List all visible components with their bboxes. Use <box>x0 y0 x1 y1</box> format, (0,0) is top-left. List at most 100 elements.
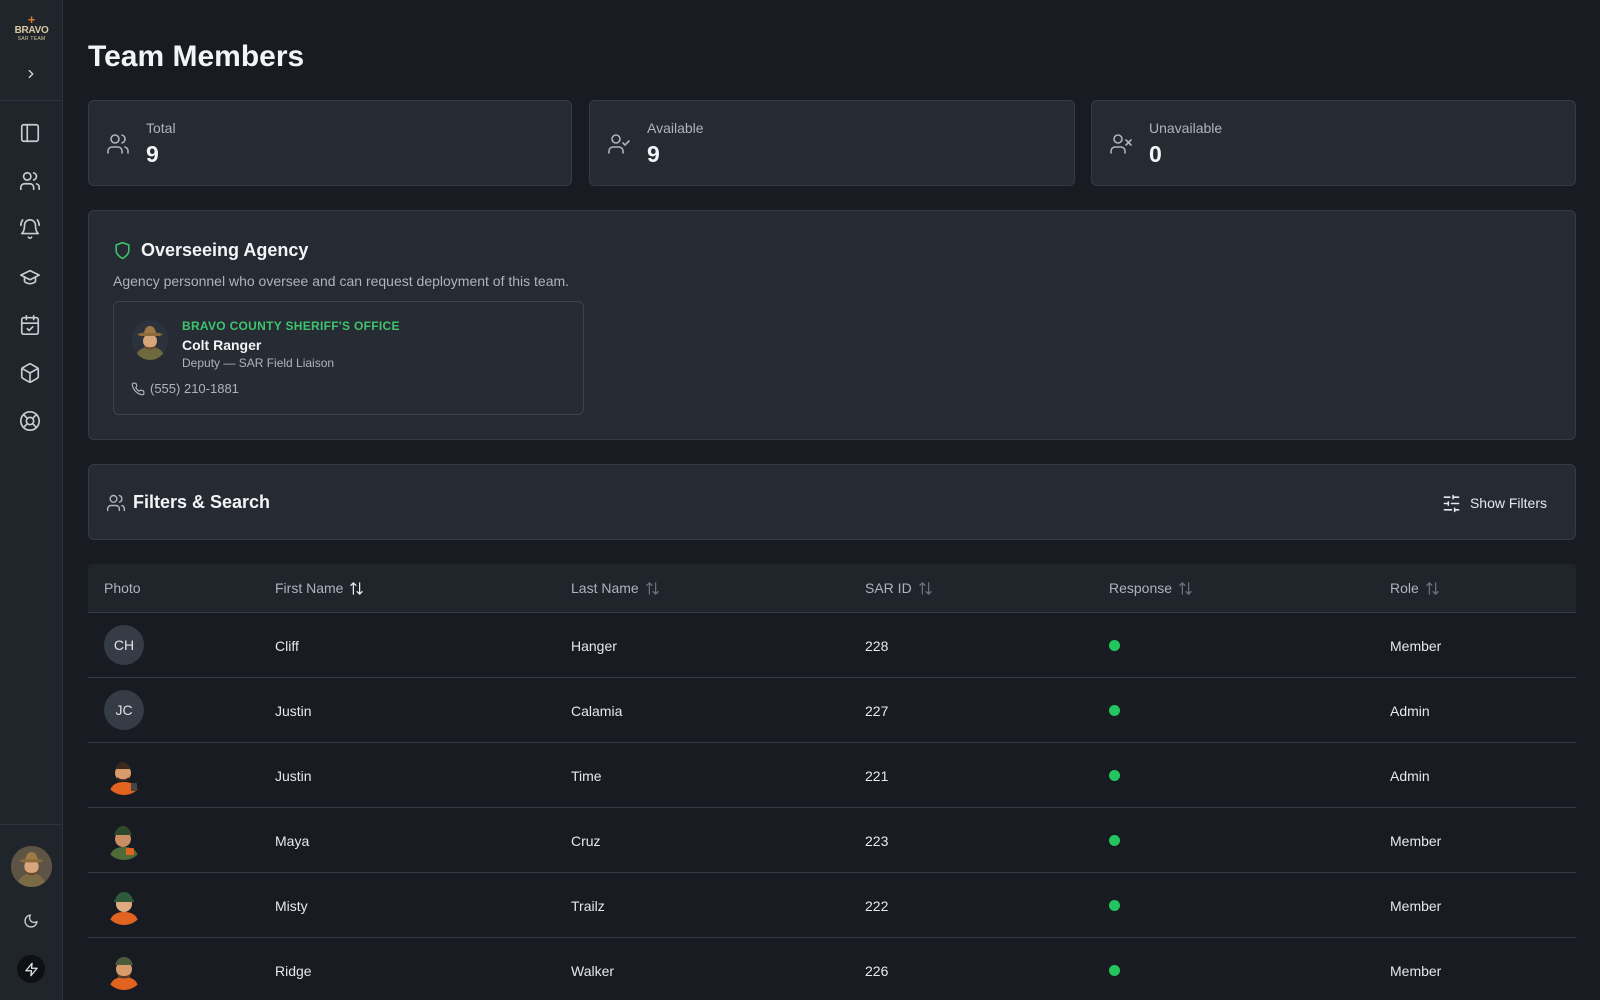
member-photo <box>104 950 144 990</box>
sort-icon <box>918 581 932 595</box>
filters-panel: Filters & Search Show Filters <box>88 464 1576 540</box>
users-icon <box>20 171 40 191</box>
page-title: Team Members <box>88 40 305 73</box>
table-row[interactable]: JC Justin Calamia 227 Admin <box>88 678 1576 743</box>
sidebar: + BRAVO SAR TEAM <box>0 0 63 1000</box>
filters-title: Filters & Search <box>133 492 271 512</box>
user-check-icon <box>608 134 630 154</box>
cell-role: Member <box>1390 638 1442 654</box>
sidebar-item-alerts[interactable] <box>16 215 44 243</box>
stat-card-total: Total 9 <box>88 100 572 186</box>
sort-icon <box>350 581 364 595</box>
cell-sar-id: 227 <box>865 703 889 719</box>
response-status-dot <box>1109 770 1120 781</box>
cell-sar-id: 226 <box>865 963 889 979</box>
sidebar-divider <box>0 100 63 101</box>
member-avatar-illustration <box>104 820 144 860</box>
logo-sub: SAR TEAM <box>17 36 46 42</box>
expand-sidebar-button[interactable] <box>21 64 41 84</box>
cell-first-name: Justin <box>275 768 312 784</box>
sidebar-item-dashboard[interactable] <box>16 119 44 147</box>
table-row[interactable]: Maya Cruz 223 Member <box>88 808 1576 873</box>
sort-icon <box>1426 581 1439 595</box>
column-header-sar-id[interactable]: SAR ID <box>865 580 933 596</box>
sidebar-item-training[interactable] <box>16 263 44 291</box>
logo-brand: BRAVO <box>14 25 49 36</box>
member-photo <box>104 820 144 860</box>
column-header-label: Response <box>1109 580 1173 596</box>
stat-label: Total <box>146 120 176 136</box>
cell-last-name: Trailz <box>571 898 605 914</box>
contact-photo <box>132 320 168 360</box>
stat-label: Unavailable <box>1149 120 1223 136</box>
table-row[interactable]: Justin Time 221 Admin <box>88 743 1576 808</box>
cell-sar-id: 222 <box>865 898 889 914</box>
sidebar-item-calendar[interactable] <box>16 311 44 339</box>
column-header-first-name[interactable]: First Name <box>275 580 364 596</box>
stat-value: 0 <box>1149 141 1162 167</box>
user-x-icon <box>1110 134 1132 154</box>
sidebar-item-support[interactable] <box>16 407 44 435</box>
response-status-dot <box>1109 900 1120 911</box>
column-header-label: SAR ID <box>865 580 912 596</box>
cell-first-name: Ridge <box>275 963 312 979</box>
column-header-response[interactable]: Response <box>1109 580 1193 596</box>
agency-contact-card[interactable]: BRAVO COUNTY SHERIFF'S OFFICE Colt Range… <box>113 301 584 415</box>
column-header-label: Role <box>1390 580 1419 596</box>
table-header: Photo First Name Last Name SAR ID Respon… <box>88 564 1576 613</box>
column-header-label: Photo <box>104 580 141 596</box>
cell-last-name: Hanger <box>571 638 617 654</box>
sliders-icon <box>1443 494 1460 512</box>
phone-icon <box>131 382 145 396</box>
cell-last-name: Time <box>571 768 602 784</box>
package-icon <box>20 363 40 383</box>
table-row[interactable]: CH Cliff Hanger 228 Member <box>88 613 1576 678</box>
cell-first-name: Maya <box>275 833 310 849</box>
sort-icon <box>1179 581 1192 595</box>
member-initials-avatar: JC <box>104 690 144 730</box>
bell-ring-icon <box>20 219 40 239</box>
member-avatar-illustration <box>104 950 144 990</box>
graduation-cap-icon <box>20 269 40 285</box>
users-icon <box>107 134 129 154</box>
moon-icon <box>24 914 38 928</box>
life-buoy-icon <box>20 411 40 431</box>
cell-last-name: Cruz <box>571 833 601 849</box>
contact-name: Colt Ranger <box>182 337 262 353</box>
cell-role: Member <box>1390 963 1442 979</box>
theme-toggle-button[interactable] <box>20 910 42 932</box>
column-header-label: Last Name <box>571 580 639 596</box>
stat-label: Available <box>647 120 704 136</box>
column-header-photo: Photo <box>104 580 141 596</box>
member-initials-avatar: CH <box>104 625 144 665</box>
table-row[interactable]: Ridge Walker 226 Member <box>88 938 1576 1000</box>
table-row[interactable]: Misty Trailz 222 Member <box>88 873 1576 938</box>
column-header-role[interactable]: Role <box>1390 580 1440 596</box>
response-status-dot <box>1109 835 1120 846</box>
sheriff-avatar-illustration <box>132 320 168 360</box>
cell-role: Member <box>1390 833 1442 849</box>
agency-description: Agency personnel who oversee and can req… <box>113 273 570 289</box>
response-status-dot <box>1109 705 1120 716</box>
team-logo[interactable]: + BRAVO SAR TEAM <box>0 13 63 48</box>
sidebar-item-members[interactable] <box>16 167 44 195</box>
cell-role: Admin <box>1390 703 1430 719</box>
cell-first-name: Cliff <box>275 638 299 654</box>
stat-value: 9 <box>647 141 660 167</box>
contact-phone[interactable]: (555) 210-1881 <box>150 381 239 396</box>
column-header-last-name[interactable]: Last Name <box>571 580 660 596</box>
cell-role: Admin <box>1390 768 1430 784</box>
cell-role: Member <box>1390 898 1442 914</box>
user-avatar[interactable] <box>11 846 52 887</box>
cell-first-name: Justin <box>275 703 312 719</box>
calendar-check-icon <box>20 315 40 335</box>
contact-role: Deputy — SAR Field Liaison <box>182 356 335 370</box>
cell-first-name: Misty <box>275 898 308 914</box>
member-avatar-illustration <box>104 885 144 925</box>
stat-card-available: Available 9 <box>589 100 1075 186</box>
show-filters-button[interactable]: Show Filters <box>1430 487 1559 519</box>
member-avatar-illustration <box>104 755 144 795</box>
chevron-right-icon <box>28 69 34 79</box>
sidebar-item-equipment[interactable] <box>16 359 44 387</box>
quick-action-button[interactable] <box>17 955 45 983</box>
